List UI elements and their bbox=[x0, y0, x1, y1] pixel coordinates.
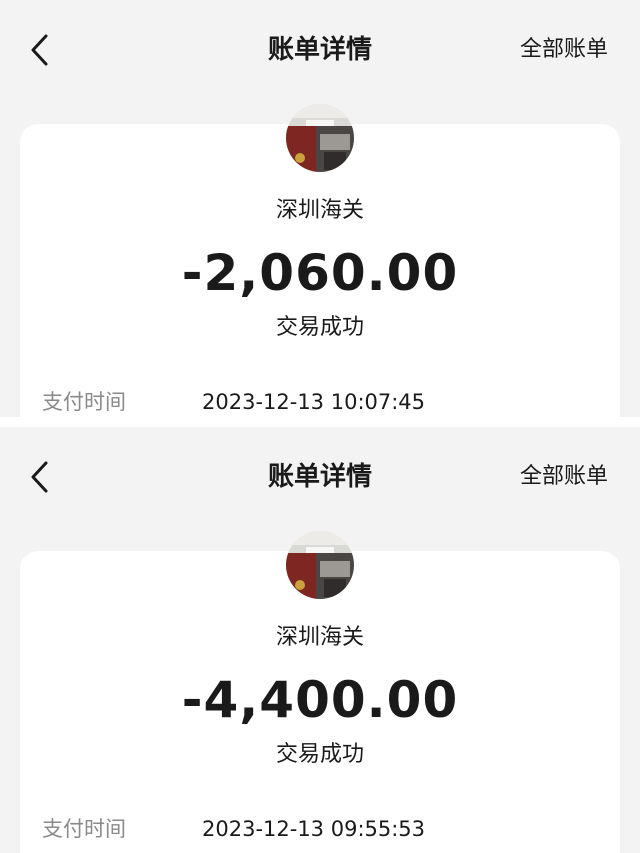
merchant-name: 深圳海关 bbox=[275, 198, 364, 223]
payment-time-value: 2023-12-13 10:07:45 bbox=[202, 390, 426, 414]
payment-time-label: 支付时间 bbox=[42, 817, 126, 841]
merchant-avatar bbox=[286, 531, 354, 599]
payment-time-value: 2023-12-13 09:55:53 bbox=[202, 817, 426, 841]
transaction-amount: -2,060.00 bbox=[181, 244, 459, 302]
all-bills-link[interactable]: 全部账单 bbox=[520, 30, 608, 70]
merchant-avatar bbox=[286, 104, 354, 172]
payment-time-label: 支付时间 bbox=[42, 390, 126, 414]
transaction-amount: -4,400.00 bbox=[181, 671, 459, 729]
all-bills-link[interactable]: 全部账单 bbox=[520, 457, 608, 497]
bill-detail-screen-2: 账单详情 全部账单 深圳海关 -4,400.00 交易成功 支付时间 2023-… bbox=[0, 427, 640, 853]
bill-detail-screen-1: 账单详情 全部账单 深圳海关 -2,060.00 交易成功 支付时间 2023-… bbox=[0, 0, 640, 417]
transaction-status: 交易成功 bbox=[275, 315, 364, 340]
transaction-status: 交易成功 bbox=[275, 742, 364, 767]
merchant-name: 深圳海关 bbox=[275, 625, 364, 650]
